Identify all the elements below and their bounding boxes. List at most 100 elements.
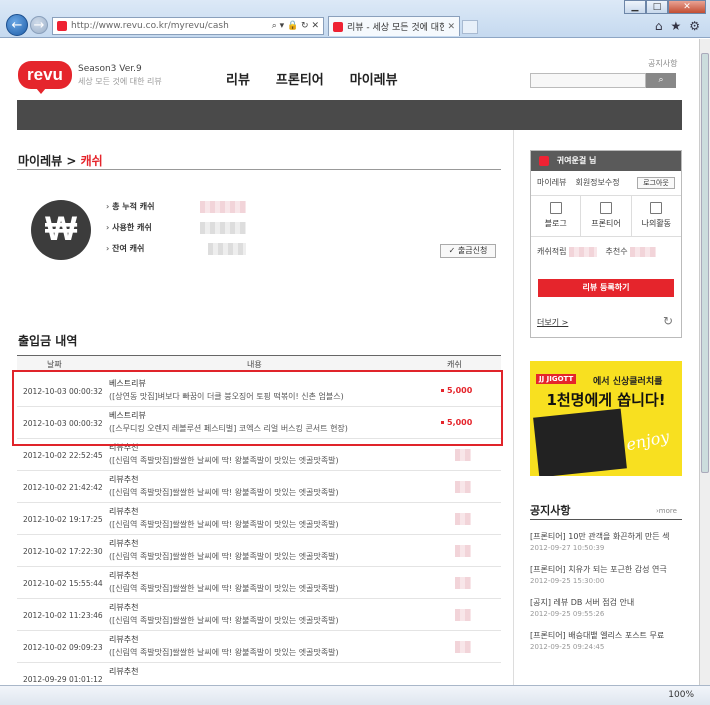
remaining-cash-label: 잔여 캐쉬	[106, 243, 144, 254]
browser-tab[interactable]: 리뷰 - 세상 모든 것에 대한... ✕	[328, 16, 460, 36]
gear-icon[interactable]: ⚙	[689, 19, 700, 33]
minimize-button[interactable]: ▁	[624, 0, 646, 14]
row-description[interactable]: ([신림역 족발맛집]쌀쌀한 날씨에 딱! 왕불족발이 맛있는 엣골맛족발)	[109, 551, 409, 562]
row-description[interactable]: ([신림역 족발맛집]쌀쌀한 날씨에 딱! 왕불족발이 맛있는 엣골맛족발)	[109, 647, 409, 658]
user-link-myrevu[interactable]: 마이레뷰	[537, 177, 566, 188]
back-button[interactable]: ←	[6, 14, 28, 36]
new-tab-button[interactable]	[462, 20, 478, 34]
row-description[interactable]: ([신림역 족발맛집]쌀쌀한 날씨에 딱! 왕불족발이 맛있는 엣골맛족발)	[109, 519, 409, 530]
notice-item-title[interactable]: [프론티어] 배승대뱉 엘리스 포스트 무료	[530, 630, 682, 641]
forward-button[interactable]: →	[30, 16, 48, 34]
table-row: 2012-10-02 09:09:23 리뷰추천 ([신림역 족발맛집]쌀쌀한 날씨…	[17, 631, 501, 663]
nav-review[interactable]: 리뷰	[226, 69, 250, 88]
zoom-level[interactable]: 100%	[668, 690, 694, 700]
remaining-cash-value-blurred	[208, 243, 246, 255]
user-suffix: 님	[589, 156, 597, 165]
vertical-scrollbar[interactable]	[699, 39, 710, 685]
scrollbar-thumb[interactable]	[701, 53, 709, 473]
row-category: 리뷰추천	[109, 571, 139, 580]
won-icon: ₩	[31, 200, 91, 260]
notice-item-date: 2012-09-25 15:30:00	[530, 577, 605, 585]
logout-button[interactable]: 로그아웃	[637, 177, 675, 189]
maximize-button[interactable]: □	[646, 0, 668, 14]
close-window-button[interactable]: ✕	[668, 0, 706, 14]
blog-icon	[549, 202, 562, 214]
search-icon: ⌕	[658, 75, 664, 85]
main-nav: 리뷰 프론티어 마이레뷰	[226, 69, 398, 88]
row-category: 리뷰추천	[109, 475, 139, 484]
row-amount-blurred	[455, 449, 471, 461]
user-link-edit-profile[interactable]: 회원정보수정	[575, 177, 619, 188]
search-input[interactable]	[530, 73, 646, 88]
notice-item-title[interactable]: [프론티어] 10만 관객을 화끈하게 만든 섹	[530, 531, 682, 542]
column-divider	[513, 130, 514, 685]
search-button[interactable]: ⌕	[646, 73, 676, 88]
web-page: revu Season3 Ver.9 세상 모든 것에 대한 리뷰 리뷰 프론티…	[0, 39, 699, 685]
table-row: 2012-09-29 01:01:12 리뷰추천	[17, 663, 501, 685]
divider	[530, 519, 682, 520]
window-controls: ▁ □ ✕	[624, 0, 706, 14]
row-category: 리뷰추천	[109, 667, 139, 676]
row-category: 리뷰추천	[109, 539, 139, 548]
url-text: http://www.revu.co.kr/myrevu/cash	[71, 21, 229, 31]
total-cash-value-blurred	[200, 201, 246, 213]
favorites-star-icon[interactable]: ★	[670, 19, 681, 33]
row-date: 2012-10-02 17:22:30	[23, 547, 103, 556]
notice-item[interactable]: [프론티어] 치유가 되는 포근한 감성 연극 2012-09-25 15:30:…	[530, 564, 682, 585]
user-favicon-icon	[539, 155, 549, 166]
address-bar[interactable]: http://www.revu.co.kr/myrevu/cash ⌕ ▾ 🔒 …	[52, 17, 324, 35]
cash-stat-label: 캐쉬적립	[537, 247, 567, 256]
row-amount-blurred	[455, 609, 471, 621]
notice-item-title[interactable]: [공지] 레뷰 DB 서버 점검 안내	[530, 597, 682, 608]
banner-line2: 1천명에게 쏩니다!	[546, 391, 666, 409]
more-link[interactable]: 더보기 >	[537, 317, 568, 328]
notice-item[interactable]: [프론티어] 10만 관객을 화끈하게 만든 섹 2012-09-27 10:50…	[530, 531, 682, 552]
divider	[17, 169, 501, 170]
row-category: 리뷰추천	[109, 635, 139, 644]
tab-frontier[interactable]: 프론티어	[581, 196, 632, 236]
notice-item-date: 2012-09-27 10:50:39	[530, 544, 605, 552]
notice-item[interactable]: [공지] 레뷰 DB 서버 점검 안내 2012-09-25 09:55:26	[530, 597, 682, 618]
tab-close-icon[interactable]: ✕	[447, 22, 455, 32]
row-category: 리뷰추천	[109, 603, 139, 612]
row-date: 2012-10-02 19:17:25	[23, 515, 103, 524]
nav-myrevu[interactable]: 마이레뷰	[350, 69, 398, 88]
home-icon[interactable]: ⌂	[655, 19, 663, 33]
notice-item[interactable]: [프론티어] 배승대뱉 엘리스 포스트 무료 2012-09-25 09:24:4…	[530, 630, 682, 651]
banner-brand: JJ JIGOTT	[536, 374, 577, 384]
table-row: 2012-10-02 15:55:44 리뷰추천 ([신림역 족발맛집]쌀쌀한 날씨…	[17, 567, 501, 599]
tab-activity[interactable]: 나의활동	[631, 196, 681, 236]
row-amount-blurred	[455, 481, 471, 493]
breadcrumb-root[interactable]: 마이레뷰 >	[18, 154, 76, 168]
user-header: 귀여운걸 님	[531, 151, 681, 171]
breadcrumb: 마이레뷰 > 캐쉬	[18, 152, 103, 169]
row-description[interactable]: ([신림역 족발맛집]쌀쌀한 날씨에 딱! 왕불족발이 맛있는 엣골맛족발)	[109, 583, 409, 594]
used-cash-value-blurred	[200, 222, 246, 234]
user-stats: 캐쉬적립 추천수	[537, 246, 657, 257]
highlight-annotation	[12, 370, 503, 446]
table-row: 2012-10-02 11:23:46 리뷰추천 ([신림역 족발맛집]쌀쌀한 날씨…	[17, 599, 501, 631]
row-amount-blurred	[455, 577, 471, 589]
row-description[interactable]: ([신림역 족발맛집]쌀쌀한 날씨에 딱! 왕불족발이 맛있는 엣골맛족발)	[109, 455, 409, 466]
history-title: 출입금 내역	[18, 334, 78, 348]
withdraw-button[interactable]: ✓ 출금신청	[440, 244, 496, 258]
address-controls-icons[interactable]: ⌕ ▾ 🔒 ↻ ✕	[272, 21, 323, 31]
row-description[interactable]: ([신림역 족발맛집]쌀쌀한 날씨에 딱! 왕불족발이 맛있는 엣골맛족발)	[109, 615, 409, 626]
nav-frontier[interactable]: 프론티어	[276, 69, 324, 88]
refresh-icon[interactable]: ↻	[663, 314, 673, 328]
ad-banner[interactable]: JJ JIGOTT 에서 신상클러치를 1천명에게 쏩니다! enjoy	[530, 361, 682, 476]
row-date: 2012-10-02 11:23:46	[23, 611, 103, 620]
tab-favicon-icon	[333, 21, 343, 32]
row-date: 2012-10-02 22:52:45	[23, 451, 103, 460]
row-amount-blurred	[455, 545, 471, 557]
tab-blog[interactable]: 블로그	[531, 196, 582, 236]
notice-item-title[interactable]: [프론티어] 치유가 되는 포근한 감성 연극	[530, 564, 682, 575]
register-review-button[interactable]: 리뷰 등록하기	[538, 279, 674, 297]
revu-logo[interactable]: revu	[18, 61, 72, 94]
notice-link[interactable]: 공지사항	[648, 58, 677, 69]
notice-more-link[interactable]: ›more	[656, 507, 677, 515]
season-version: Season3 Ver.9	[78, 64, 142, 74]
breadcrumb-current: 캐쉬	[80, 154, 103, 168]
banner-enjoy-text: enjoy	[624, 426, 671, 455]
row-description[interactable]: ([신림역 족발맛집]쌀쌀한 날씨에 딱! 왕불족발이 맛있는 엣골맛족발)	[109, 487, 409, 498]
